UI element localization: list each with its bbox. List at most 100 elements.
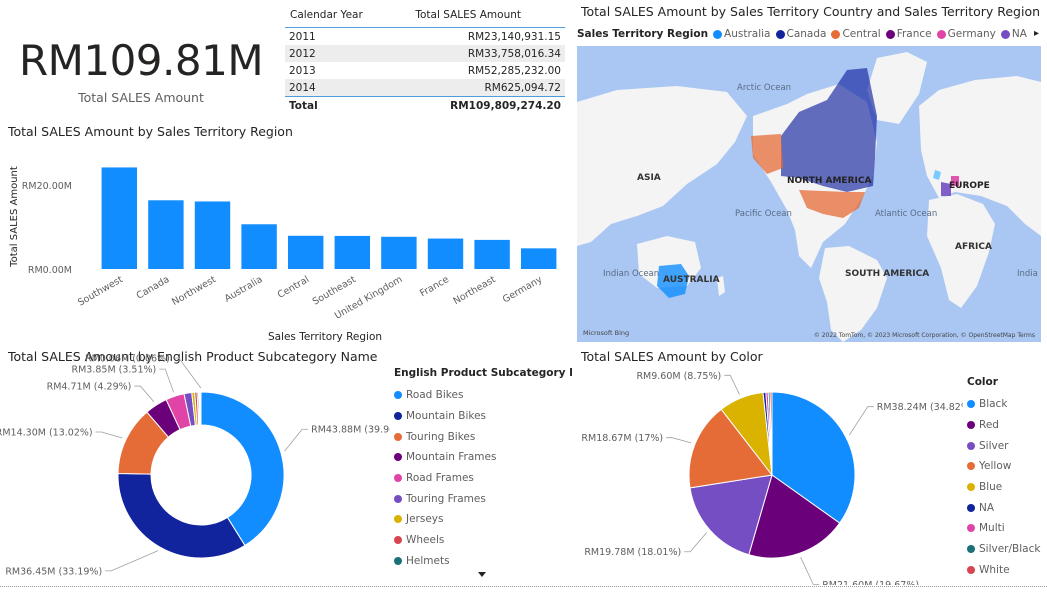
x-tick-label: France bbox=[418, 274, 451, 299]
map-legend-item[interactable]: NA bbox=[1000, 28, 1027, 40]
legend-next-icon[interactable]: ▸ bbox=[1034, 28, 1039, 39]
bar[interactable] bbox=[474, 239, 510, 269]
data-label: RM18.67M (17%) bbox=[581, 433, 663, 444]
map-attribution[interactable]: © 2022 TomTom, © 2023 Microsoft Corporat… bbox=[814, 332, 1035, 339]
legend-label: Australia bbox=[724, 28, 771, 40]
leader-line bbox=[105, 550, 159, 572]
table-row[interactable]: 2011 RM23,140,931.15 bbox=[285, 28, 565, 46]
legend-item[interactable]: Yellow bbox=[967, 456, 1040, 477]
legend-item[interactable]: Mountain Frames bbox=[394, 447, 572, 468]
legend-item[interactable]: Blue bbox=[967, 477, 1040, 498]
legend-item[interactable]: Wheels bbox=[394, 530, 572, 551]
legend-label: Mountain Frames bbox=[406, 451, 497, 464]
continent-label: SOUTH AMERICA bbox=[845, 269, 929, 279]
data-label: RM0.06M (0.06%) bbox=[85, 354, 170, 365]
table-row[interactable]: 2013 RM52,285,232.00 bbox=[285, 62, 565, 79]
y-tick-label: RM20.00M bbox=[22, 181, 72, 192]
legend-item[interactable]: Touring Bikes bbox=[394, 426, 572, 447]
column-header-year[interactable]: Calendar Year bbox=[285, 7, 383, 28]
bar[interactable] bbox=[334, 235, 371, 269]
bar[interactable] bbox=[287, 235, 324, 269]
legend-item[interactable]: NA bbox=[967, 497, 1040, 518]
column-header-amount[interactable]: Total SALES Amount bbox=[382, 7, 565, 28]
legend-dot bbox=[775, 29, 785, 39]
map-legend-item[interactable]: Canada bbox=[775, 28, 826, 40]
legend-item[interactable]: Multi bbox=[967, 518, 1040, 539]
ocean-label: Pacific Ocean bbox=[735, 209, 792, 219]
legend-item[interactable]: Road Frames bbox=[394, 468, 572, 489]
kpi-card[interactable]: RM109.81M Total SALES Amount bbox=[0, 0, 282, 120]
pie-chart: RM38.24M (34.82%) RM21.60M (19.67%) RM19.7… bbox=[581, 371, 963, 585]
cell-total-label: Total bbox=[285, 96, 383, 114]
donut-chart-visual[interactable]: Total SALES Amount by English Product Su… bbox=[0, 345, 572, 585]
cell-amount: RM52,285,232.00 bbox=[467, 64, 561, 77]
legend-label: Touring Frames bbox=[406, 492, 486, 505]
y-axis-label: Total SALES Amount bbox=[9, 166, 20, 268]
legend-label: Road Frames bbox=[406, 472, 474, 485]
legend-item[interactable]: Jerseys bbox=[394, 509, 572, 530]
map-legend-item[interactable]: Australia bbox=[713, 28, 771, 40]
map-legend-item[interactable]: Central bbox=[831, 28, 881, 40]
legend-dot bbox=[936, 29, 946, 39]
pie-slice[interactable] bbox=[200, 391, 285, 547]
map-title: Total SALES Amount by Sales Territory Co… bbox=[581, 4, 1041, 19]
continent-label: NORTH AMERICA bbox=[787, 176, 871, 186]
legend-item[interactable]: Helmets bbox=[394, 551, 572, 572]
map-legend: Sales Territory Region Australia Canada … bbox=[577, 28, 1027, 40]
table-total-row[interactable]: Total RM109,809,274.20 bbox=[285, 96, 565, 114]
legend-item[interactable]: Road Bikes bbox=[394, 385, 572, 406]
pie-slice[interactable] bbox=[117, 472, 246, 559]
table-row[interactable]: 2014 RM625,094.72 bbox=[285, 79, 565, 97]
map-legend-item[interactable]: France bbox=[885, 28, 932, 40]
legend-item[interactable]: Black bbox=[967, 394, 1040, 415]
cell-amount: RM33,758,016.34 bbox=[382, 45, 565, 62]
x-tick-label: Germany bbox=[501, 274, 545, 306]
x-axis-label: Sales Territory Region bbox=[268, 331, 382, 343]
legend-item[interactable]: Silver bbox=[967, 435, 1040, 456]
bar[interactable] bbox=[381, 236, 417, 269]
continent-label: AUSTRALIA bbox=[663, 275, 720, 285]
legend-label: Blue bbox=[979, 481, 1003, 494]
legend-item[interactable]: White bbox=[967, 560, 1040, 581]
legend-dot bbox=[394, 391, 402, 400]
legend-item[interactable]: Silver/Black bbox=[967, 539, 1040, 560]
legend-dot bbox=[831, 29, 841, 39]
legend-label: Black bbox=[979, 398, 1008, 411]
bar[interactable] bbox=[241, 224, 277, 269]
table-row[interactable]: 2012 RM33,758,016.34 bbox=[285, 45, 565, 62]
map-canvas[interactable]: ASIA NORTH AMERICA EUROPE AFRICA SOUTH A… bbox=[577, 46, 1041, 342]
legend-dot bbox=[967, 545, 975, 554]
data-label: RM9.60M (8.75%) bbox=[636, 371, 721, 382]
continent-label: AFRICA bbox=[955, 242, 992, 252]
legend-scroll-down-icon[interactable] bbox=[478, 572, 486, 577]
bar[interactable] bbox=[194, 201, 231, 269]
legend-dot bbox=[967, 503, 975, 512]
pie-legend: Color Black Red Silver Yellow Blue NA Multi Sil… bbox=[967, 376, 1040, 580]
data-label: RM21.60M (19.67%) bbox=[822, 580, 919, 585]
ocean-label: India bbox=[1017, 269, 1038, 279]
bar[interactable] bbox=[148, 200, 184, 269]
data-label: RM3.85M (3.51%) bbox=[72, 365, 157, 376]
data-label: RM36.45M (33.19%) bbox=[5, 566, 102, 577]
legend-dot bbox=[394, 494, 402, 503]
legend-item[interactable]: Red bbox=[967, 415, 1040, 436]
legend-label: Helmets bbox=[406, 554, 450, 567]
legend-item[interactable]: Mountain Bikes bbox=[394, 406, 572, 427]
map-visual[interactable]: Total SALES Amount by Sales Territory Co… bbox=[573, 0, 1047, 345]
table-header-row: Calendar Year Total SALES Amount bbox=[285, 7, 565, 28]
bar[interactable] bbox=[427, 238, 464, 269]
pie-chart-visual[interactable]: Total SALES Amount by Color RM38.24M (34… bbox=[573, 345, 1047, 585]
map-legend-item[interactable]: Germany bbox=[936, 28, 996, 40]
bar[interactable] bbox=[520, 248, 557, 269]
donut-legend-title: English Product Subcategory Na... bbox=[394, 367, 572, 379]
legend-label: Germany bbox=[947, 28, 996, 40]
cell-year: 2013 bbox=[289, 64, 316, 77]
cell-year: 2012 bbox=[285, 45, 383, 62]
bar[interactable] bbox=[101, 167, 138, 269]
legend-dot bbox=[394, 412, 402, 421]
legend-label: Wheels bbox=[406, 534, 445, 547]
sales-by-year-table[interactable]: Calendar Year Total SALES Amount 2011 RM… bbox=[282, 0, 572, 120]
legend-item[interactable]: Touring Frames bbox=[394, 488, 572, 509]
x-tick-label: Northeast bbox=[451, 274, 497, 307]
bar-chart-visual[interactable]: Total SALES Amount by Sales Territory Re… bbox=[0, 120, 572, 345]
